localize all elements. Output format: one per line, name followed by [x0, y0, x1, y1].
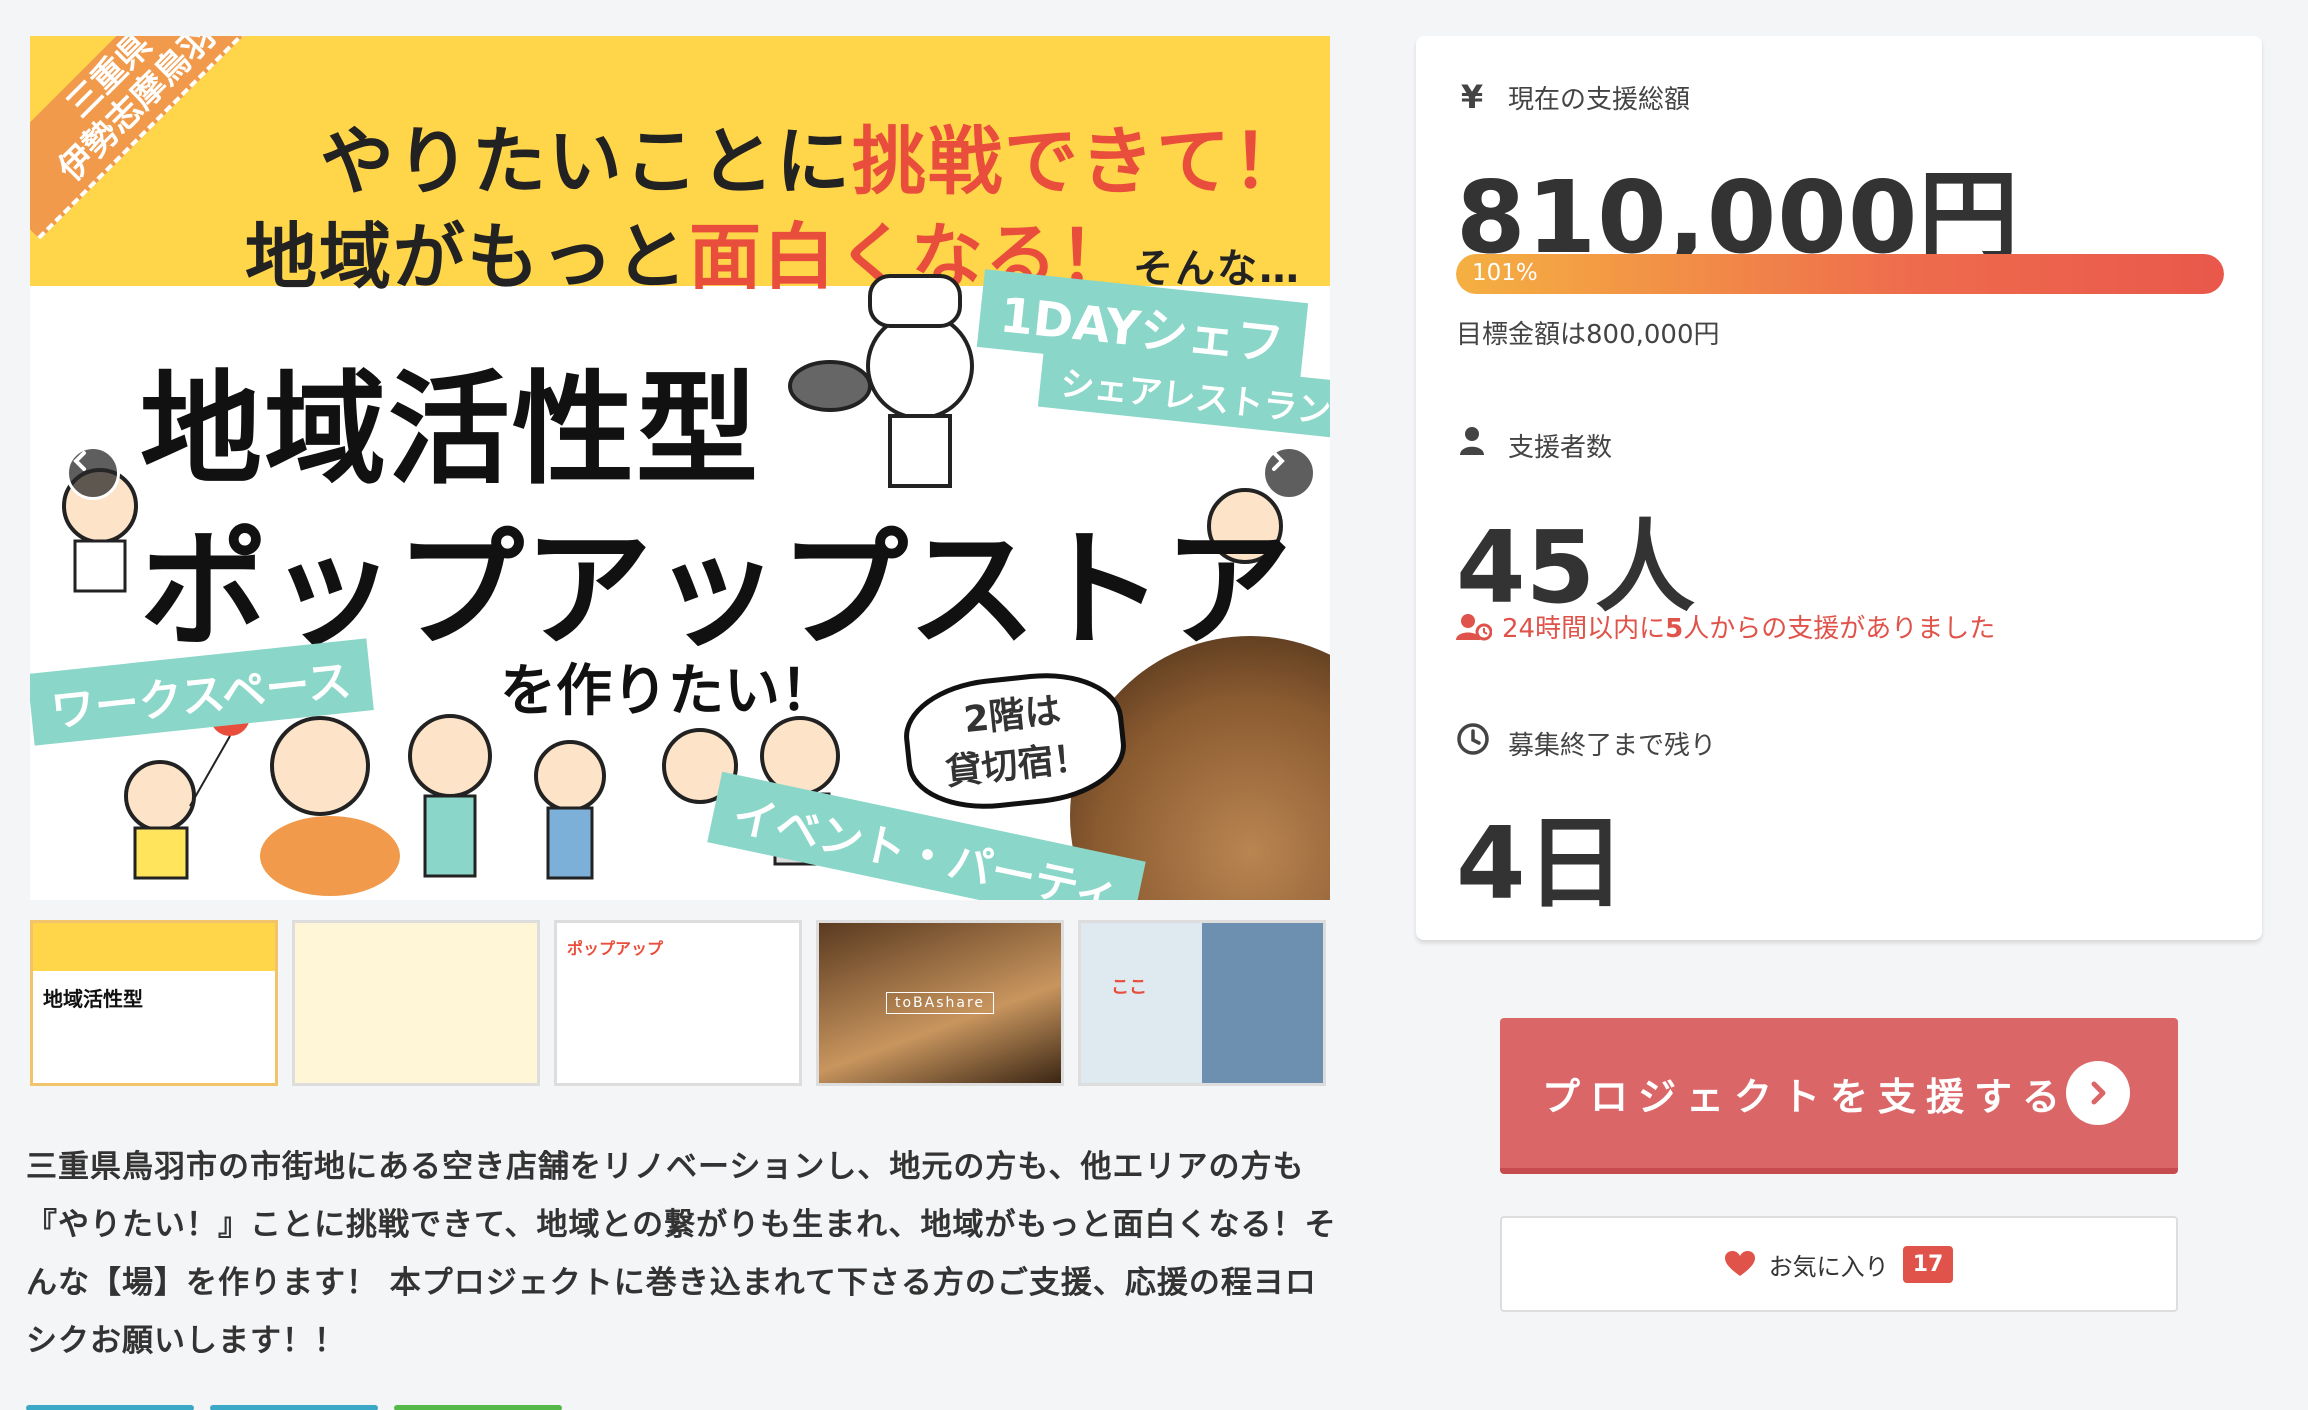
- recent-backers-notice: 24時間以内に5人からの支援がありました: [1456, 608, 1995, 645]
- funding-progress-bar: 101%: [1456, 254, 2224, 294]
- support-project-button[interactable]: プロジェクトを支援する: [1500, 1018, 2178, 1174]
- remaining-label: 募集終了まで残り: [1508, 730, 1717, 761]
- remaining-label-row: 募集終了まで残り: [1456, 722, 1716, 764]
- user-clock-icon: [1456, 613, 1492, 640]
- arrow-circle-right-icon: [2066, 1061, 2130, 1125]
- chevron-right-icon: [1272, 451, 1285, 471]
- thumbnail-5-caption: ここ: [1111, 977, 1147, 998]
- thumbnail-2[interactable]: [292, 920, 540, 1086]
- thumbnail-2-image: [295, 923, 537, 1083]
- funding-progress-fill: [1456, 254, 2224, 294]
- backers-label-row: 支援者数: [1456, 426, 1612, 464]
- thumbnail-1[interactable]: 地域活性型: [30, 920, 278, 1086]
- category-tags: [26, 1405, 562, 1410]
- recent-backers-suffix: 人からの支援がありました: [1683, 614, 1996, 644]
- category-tag-2[interactable]: [210, 1405, 378, 1410]
- carousel-prev-button[interactable]: [66, 446, 120, 500]
- person-icon: [1456, 426, 1488, 464]
- recent-backers-count: 5: [1665, 614, 1684, 644]
- funding-progress-percent: 101%: [1472, 260, 1538, 286]
- carousel-thumbnails: 地域活性型 ポップアップ toBAshare ここ: [30, 920, 1326, 1086]
- recent-backers-prefix: 24時間以内に: [1502, 614, 1666, 644]
- thumbnail-5[interactable]: ここ: [1078, 920, 1326, 1086]
- goal-amount-text: 目標金額は800,000円: [1456, 320, 1720, 350]
- favorite-count-badge: 17: [1902, 1245, 1954, 1283]
- category-tag-3[interactable]: [394, 1405, 562, 1410]
- project-description: 三重県鳥羽市の市街地にある空き店舗をリノベーションし、地元の方も、他エリアの方も…: [26, 1149, 1337, 1359]
- thumbnail-5-image: [1081, 923, 1323, 1083]
- funding-stats-card: ¥ 現在の支援総額 810,000円 101% 目標金額は800,000円 支援…: [1416, 36, 2262, 940]
- total-amount-label: 現在の支援総額: [1508, 84, 1691, 115]
- thumbnail-4[interactable]: toBAshare: [816, 920, 1064, 1086]
- backers-label: 支援者数: [1508, 432, 1613, 463]
- heart-icon: [1724, 1251, 1755, 1276]
- clock-icon: [1456, 722, 1489, 764]
- hero-title-1: 地域活性型: [140, 359, 760, 501]
- thumbnail-4-caption: toBAshare: [885, 992, 995, 1014]
- chevron-left-icon: [73, 451, 86, 471]
- thumbnail-3[interactable]: ポップアップ: [554, 920, 802, 1086]
- favorite-button[interactable]: お気に入り 17: [1500, 1216, 2178, 1312]
- hero-bubble-text: 2階は 貸切宿！: [943, 689, 1092, 794]
- project-hero-image: 三重県 伊勢志摩鳥羽 やりたいことに挑戦できて！ 地域がもっと面白くなる！そんな…: [30, 36, 1330, 900]
- favorite-label: お気に入り: [1768, 1252, 1889, 1281]
- thumbnail-1-caption: 地域活性型: [43, 987, 143, 1011]
- support-project-label: プロジェクトを支援する: [1542, 1074, 2071, 1119]
- yen-icon: ¥: [1460, 78, 1484, 116]
- category-tag-1[interactable]: [26, 1405, 194, 1410]
- hero-subtitle: を作りたい！: [500, 659, 836, 724]
- carousel-next-button[interactable]: [1262, 446, 1316, 500]
- thumbnail-3-caption: ポップアップ: [567, 939, 664, 958]
- remaining-days-value: 4日: [1456, 805, 1626, 922]
- total-amount-label-row: ¥ 現在の支援総額: [1456, 78, 1690, 116]
